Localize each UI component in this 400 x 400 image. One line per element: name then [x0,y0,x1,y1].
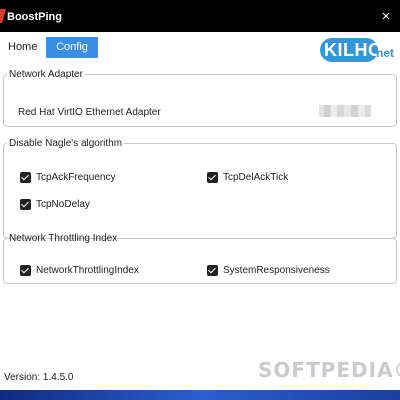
adapter-address-redacted [319,105,371,117]
checkbox-label: TcpAckFrequency [36,172,116,183]
throttling-group: Network Throttling Index NetworkThrottli… [3,233,397,284]
network-adapter-legend: Network Adapter [9,69,83,80]
desktop-edge [0,390,400,400]
checkbox-checked-icon[interactable] [207,172,218,183]
tab-home[interactable]: Home [0,37,45,58]
kilho-logo[interactable]: KILHO net [320,38,400,62]
title-bar[interactable]: BoostPing × [0,0,400,32]
logo-suffix: net [376,46,394,60]
softpedia-watermark: SOFTPEDIA® [258,358,400,382]
checkbox-checked-icon[interactable] [20,199,31,210]
checkbox-checked-icon[interactable] [207,265,218,276]
nagle-legend: Disable Nagle's algorithm [9,138,123,149]
tab-config[interactable]: Config [46,37,98,58]
app-window: Home Config KILHO net Network Adapter Re… [0,32,400,390]
checkbox-checked-icon[interactable] [20,172,31,183]
logo-text: KILHO [324,40,383,60]
checkbox-label: TcpNoDelay [36,199,90,210]
adapter-name: Red Hat VirtIO Ethernet Adapter [18,107,161,118]
checkbox-label: TcpDelAckTick [223,172,289,183]
nagle-group: Disable Nagle's algorithm TcpAckFrequenc… [3,138,397,239]
close-icon: × [381,8,391,25]
network-adapter-group: Network Adapter Red Hat VirtIO Ethernet … [3,69,397,127]
checkbox-label: SystemResponsiveness [223,265,330,276]
app-icon [0,9,6,23]
checkbox-label: NetworkThrottlingIndex [36,265,139,276]
version-label: Version: 1.4.5.0 [4,372,74,383]
checkbox-checked-icon[interactable] [20,265,31,276]
window-title: BoostPing [7,11,62,23]
close-button[interactable]: × [372,6,400,28]
throttling-legend: Network Throttling Index [9,233,118,244]
